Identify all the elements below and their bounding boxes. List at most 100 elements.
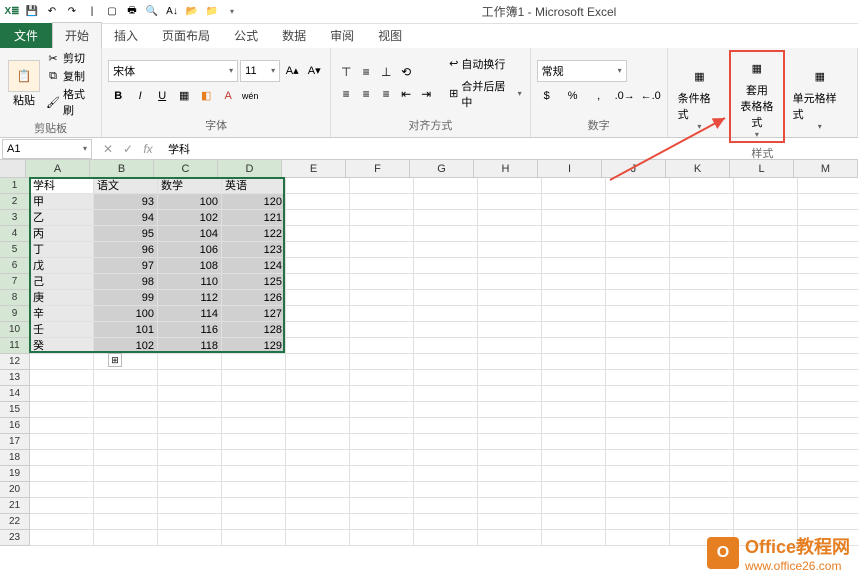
- cell-F13[interactable]: [350, 370, 414, 386]
- cell-H5[interactable]: [478, 242, 542, 258]
- cell-A9[interactable]: 辛: [30, 306, 94, 322]
- cell-M3[interactable]: [798, 210, 858, 226]
- cell-I10[interactable]: [542, 322, 606, 338]
- cell-H9[interactable]: [478, 306, 542, 322]
- cell-I3[interactable]: [542, 210, 606, 226]
- print-icon[interactable]: 🖶: [124, 4, 140, 20]
- cell-H17[interactable]: [478, 434, 542, 450]
- cell-E16[interactable]: [286, 418, 350, 434]
- cell-B2[interactable]: 93: [94, 194, 158, 210]
- cell-H16[interactable]: [478, 418, 542, 434]
- qat-more-icon[interactable]: ▾: [224, 4, 240, 20]
- decrease-decimal-icon[interactable]: ←.0: [641, 86, 661, 106]
- cell-B18[interactable]: [94, 450, 158, 466]
- cell-H19[interactable]: [478, 466, 542, 482]
- cell-E2[interactable]: [286, 194, 350, 210]
- cell-M14[interactable]: [798, 386, 858, 402]
- cell-E19[interactable]: [286, 466, 350, 482]
- cell-H8[interactable]: [478, 290, 542, 306]
- cell-B11[interactable]: 102: [94, 338, 158, 354]
- tab-layout[interactable]: 页面布局: [150, 23, 222, 48]
- border-button[interactable]: ▦: [174, 86, 194, 106]
- cell-G22[interactable]: [414, 514, 478, 530]
- cell-F6[interactable]: [350, 258, 414, 274]
- cell-C15[interactable]: [158, 402, 222, 418]
- align-left-icon[interactable]: ≡: [337, 85, 355, 103]
- cell-E21[interactable]: [286, 498, 350, 514]
- cell-A21[interactable]: [30, 498, 94, 514]
- orientation-icon[interactable]: ⟲: [397, 63, 415, 81]
- cell-D18[interactable]: [222, 450, 286, 466]
- cell-L13[interactable]: [734, 370, 798, 386]
- cell-C18[interactable]: [158, 450, 222, 466]
- cell-B15[interactable]: [94, 402, 158, 418]
- align-center-icon[interactable]: ≡: [357, 85, 375, 103]
- cell-B5[interactable]: 96: [94, 242, 158, 258]
- cell-A10[interactable]: 壬: [30, 322, 94, 338]
- cell-D3[interactable]: 121: [222, 210, 286, 226]
- cell-J8[interactable]: [606, 290, 670, 306]
- cell-B3[interactable]: 94: [94, 210, 158, 226]
- redo-icon[interactable]: ↷: [64, 4, 80, 20]
- cell-G14[interactable]: [414, 386, 478, 402]
- cell-K9[interactable]: [670, 306, 734, 322]
- cell-K3[interactable]: [670, 210, 734, 226]
- cell-G23[interactable]: [414, 530, 478, 546]
- cell-J20[interactable]: [606, 482, 670, 498]
- cell-K13[interactable]: [670, 370, 734, 386]
- cell-L21[interactable]: [734, 498, 798, 514]
- cell-L18[interactable]: [734, 450, 798, 466]
- cell-F14[interactable]: [350, 386, 414, 402]
- cell-L2[interactable]: [734, 194, 798, 210]
- cell-G4[interactable]: [414, 226, 478, 242]
- font-color-button[interactable]: A: [218, 86, 238, 106]
- cell-L20[interactable]: [734, 482, 798, 498]
- increase-decimal-icon[interactable]: .0→: [615, 86, 635, 106]
- tab-view[interactable]: 视图: [366, 23, 414, 48]
- cell-C17[interactable]: [158, 434, 222, 450]
- col-header-M[interactable]: M: [794, 160, 858, 178]
- cell-L7[interactable]: [734, 274, 798, 290]
- cell-B1[interactable]: 语文: [94, 178, 158, 194]
- cell-K20[interactable]: [670, 482, 734, 498]
- cell-K7[interactable]: [670, 274, 734, 290]
- cell-E23[interactable]: [286, 530, 350, 546]
- percent-icon[interactable]: %: [563, 86, 583, 106]
- enter-icon[interactable]: ✓: [120, 142, 136, 156]
- sort-icon[interactable]: A↓: [164, 4, 180, 20]
- cell-F15[interactable]: [350, 402, 414, 418]
- cell-L10[interactable]: [734, 322, 798, 338]
- cell-H11[interactable]: [478, 338, 542, 354]
- cell-K19[interactable]: [670, 466, 734, 482]
- open-icon[interactable]: 📂: [184, 4, 200, 20]
- cell-E5[interactable]: [286, 242, 350, 258]
- cell-K18[interactable]: [670, 450, 734, 466]
- cell-J1[interactable]: [606, 178, 670, 194]
- cell-I21[interactable]: [542, 498, 606, 514]
- cell-L8[interactable]: [734, 290, 798, 306]
- cancel-icon[interactable]: ✕: [100, 142, 116, 156]
- align-middle-icon[interactable]: ≡: [357, 63, 375, 81]
- cell-G21[interactable]: [414, 498, 478, 514]
- row-header-20[interactable]: 20: [0, 482, 30, 498]
- cell-F16[interactable]: [350, 418, 414, 434]
- cell-B22[interactable]: [94, 514, 158, 530]
- cell-G8[interactable]: [414, 290, 478, 306]
- row-header-10[interactable]: 10: [0, 322, 30, 338]
- cell-K11[interactable]: [670, 338, 734, 354]
- cell-E18[interactable]: [286, 450, 350, 466]
- cell-C21[interactable]: [158, 498, 222, 514]
- cell-D11[interactable]: 129: [222, 338, 286, 354]
- format-as-table-button[interactable]: ▦ 套用 表格格式 ▾: [729, 50, 784, 143]
- cell-B19[interactable]: [94, 466, 158, 482]
- cell-L4[interactable]: [734, 226, 798, 242]
- align-bottom-icon[interactable]: ⊥: [377, 63, 395, 81]
- row-header-7[interactable]: 7: [0, 274, 30, 290]
- cell-F21[interactable]: [350, 498, 414, 514]
- font-size-select[interactable]: 11▾: [240, 60, 280, 82]
- cell-A22[interactable]: [30, 514, 94, 530]
- row-header-19[interactable]: 19: [0, 466, 30, 482]
- cell-M22[interactable]: [798, 514, 858, 530]
- cell-J5[interactable]: [606, 242, 670, 258]
- cell-D5[interactable]: 123: [222, 242, 286, 258]
